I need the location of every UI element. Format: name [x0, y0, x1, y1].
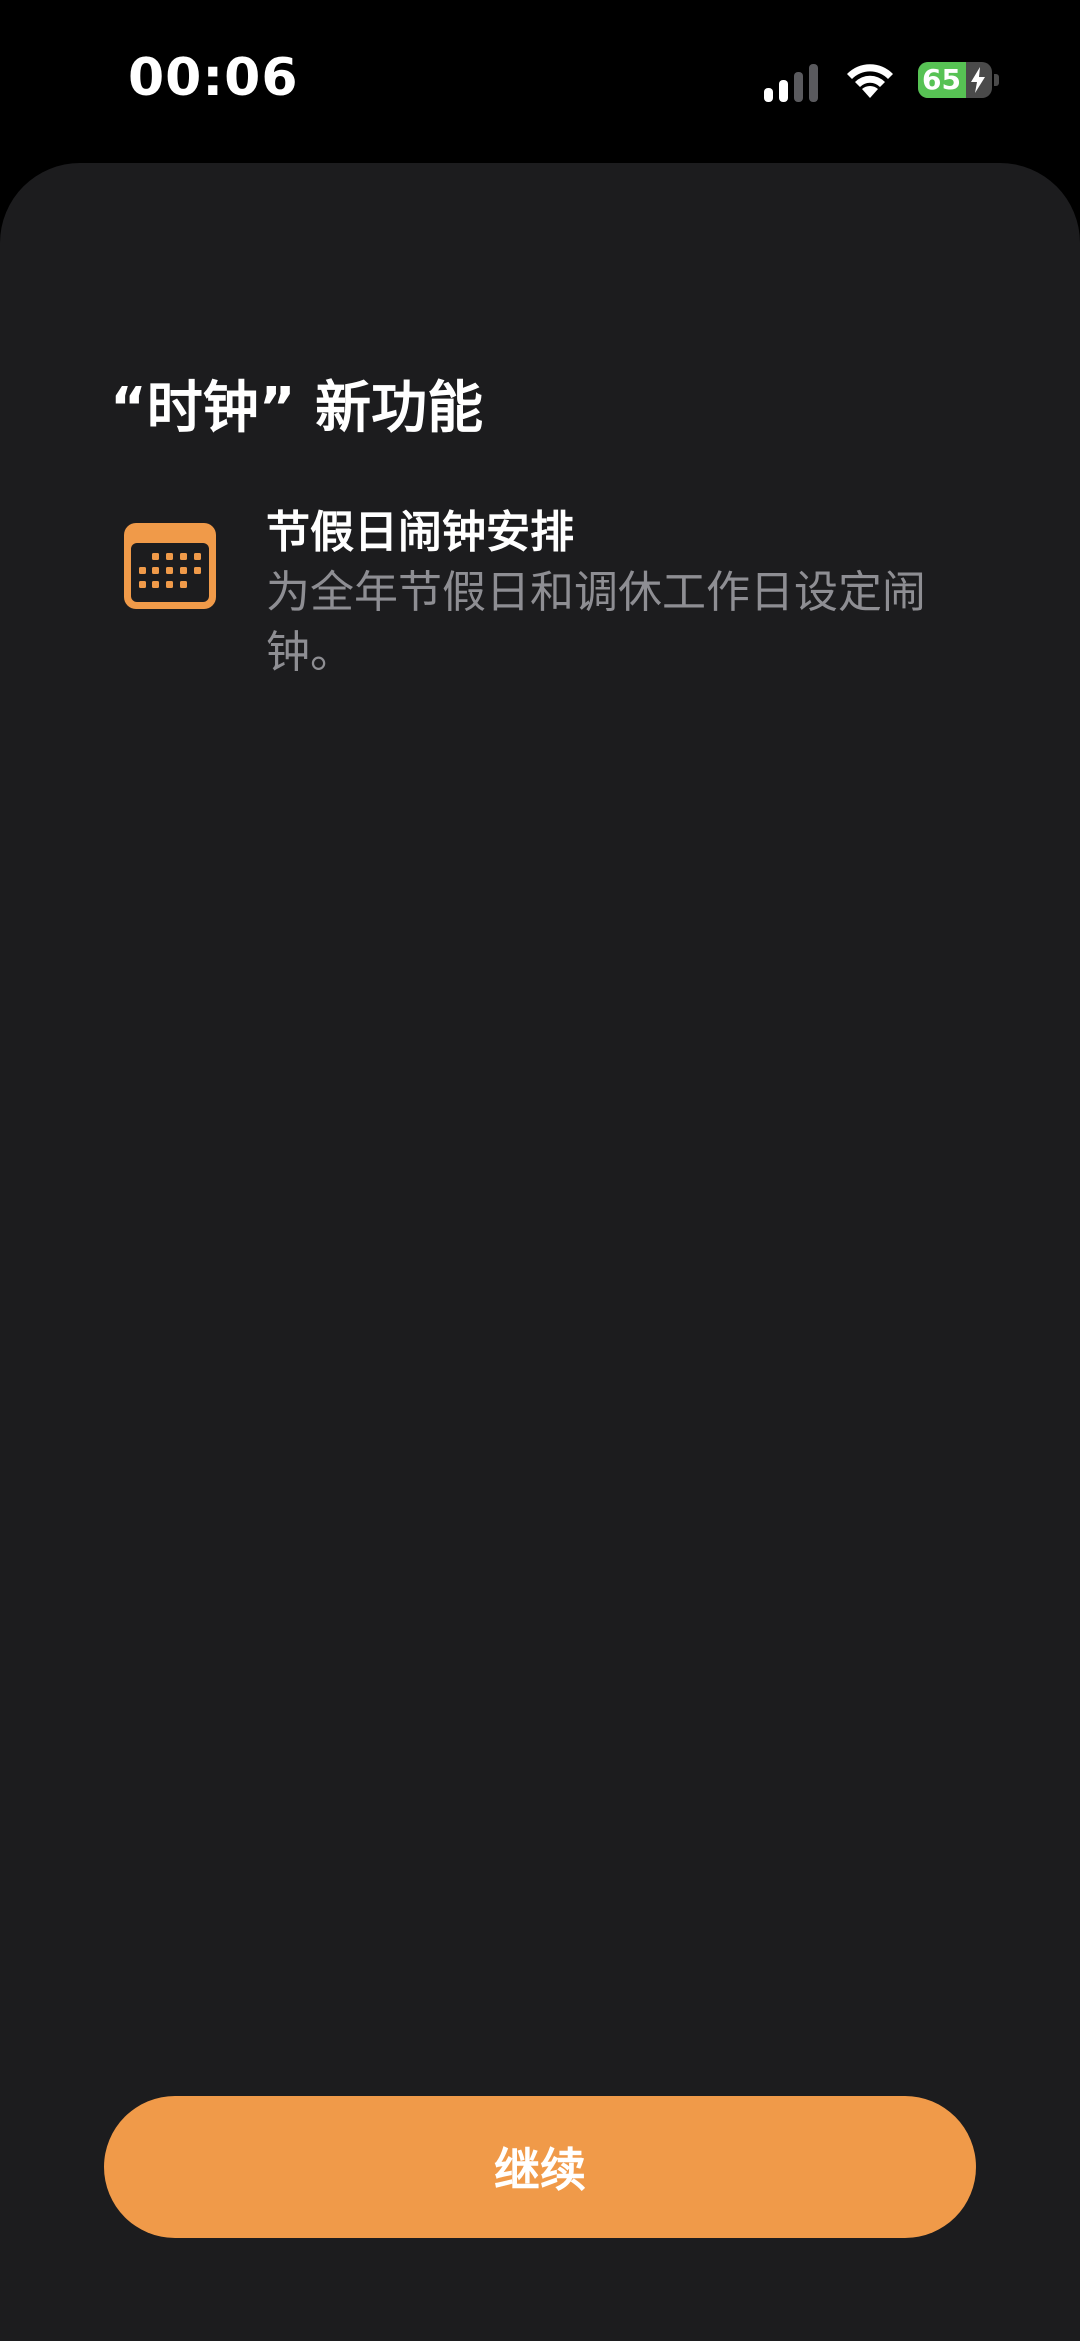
wifi-icon [847, 64, 893, 98]
battery-cap [994, 74, 999, 86]
sheet-title: “时钟” 新功能 [110, 376, 484, 441]
feature-item: 节假日闹钟安排 为全年节假日和调休工作日设定闹钟。 [124, 503, 984, 703]
status-bar: 00:06 65 [0, 0, 1080, 160]
continue-button[interactable]: 继续 [104, 2096, 976, 2238]
battery-body: 65 [918, 62, 992, 98]
battery-charging-icon: 65 [918, 62, 1000, 98]
cellular-signal-icon [764, 64, 818, 102]
battery-level: 65 [922, 63, 961, 96]
feature-text: 节假日闹钟安排 为全年节假日和调休工作日设定闹钟。 [266, 503, 1006, 683]
screen: 00:06 65 “时钟” 新功能 节假日闹钟安排 为全年节假日和调休工作日设定… [0, 0, 1080, 2341]
feature-title: 节假日闹钟安排 [266, 507, 574, 558]
charging-bolt-icon [971, 67, 985, 93]
status-time: 00:06 [128, 48, 299, 108]
feature-description: 为全年节假日和调休工作日设定闹钟。 [266, 567, 926, 678]
whats-new-sheet: “时钟” 新功能 节假日闹钟安排 为全年节假日和调休工作日设定闹钟。 [0, 163, 1080, 2341]
calendar-icon [124, 523, 216, 609]
